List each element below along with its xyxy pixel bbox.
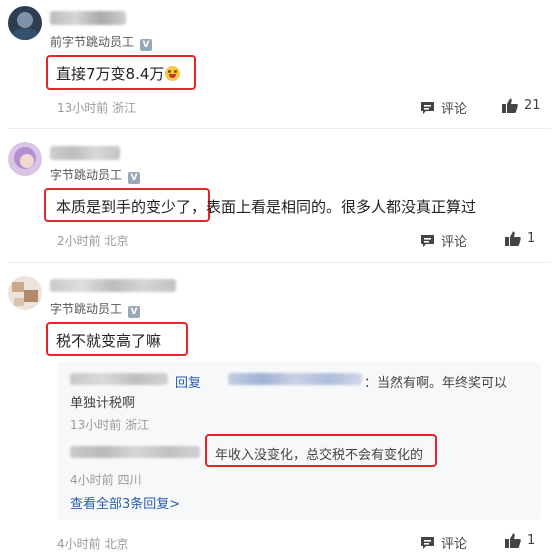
comment-meta: 13小时前 浙江 xyxy=(57,101,137,115)
comment-icon xyxy=(421,101,434,114)
author-title-text: 字节跳动员工 xyxy=(50,168,123,182)
comment-label: 评论 xyxy=(441,537,468,552)
comment-text-value: 直接7万变8.4万 xyxy=(56,65,165,83)
reply-username-blurred[interactable] xyxy=(70,446,200,458)
comment-text: 本质是到手的变少了，表面上看是相同的。很多人都没真正算过 xyxy=(56,196,476,217)
thumbs-up-icon xyxy=(505,231,521,246)
like-button[interactable]: 21 xyxy=(502,98,541,113)
reply-meta: 4小时前 四川 xyxy=(70,473,142,487)
username-blurred[interactable] xyxy=(50,146,120,160)
reply-text-line2: 单独计税啊 xyxy=(70,396,136,411)
author-title: 前字节跳动员工 V xyxy=(50,33,153,51)
username-blurred[interactable] xyxy=(50,279,176,292)
thumbs-up-icon xyxy=(505,533,521,548)
verified-icon: V xyxy=(128,306,141,318)
author-title: 字节跳动员工 V xyxy=(50,300,141,318)
verified-icon: V xyxy=(140,39,153,51)
view-all-replies-link[interactable]: 查看全部3条回复> xyxy=(70,493,180,512)
comment-text-highlighted: 本质是到手的变少了， xyxy=(56,198,207,216)
author-title-text: 前字节跳动员工 xyxy=(50,35,135,49)
comment-meta: 2小时前 北京 xyxy=(57,234,129,248)
like-count: 1 xyxy=(527,533,536,548)
comment-label: 评论 xyxy=(441,235,468,250)
reply-meta: 13小时前 浙江 xyxy=(70,418,150,432)
grin-emoji-icon xyxy=(165,66,181,81)
divider xyxy=(8,128,551,129)
author-title: 字节跳动员工 V xyxy=(50,166,141,184)
comment-text: 税不就变高了嘛 xyxy=(56,332,162,350)
avatar[interactable] xyxy=(8,142,42,176)
reply-text: 年收入没变化，总交税不会有变化的 xyxy=(215,448,424,463)
reply-colon: ： xyxy=(364,376,378,391)
reply-text-line1: 当然有啊。年终奖可以 xyxy=(377,376,508,391)
comment-button[interactable]: 评论 xyxy=(420,533,467,552)
comment-meta: 4小时前 北京 xyxy=(57,537,129,551)
verified-icon: V xyxy=(128,172,141,184)
comment-icon xyxy=(421,234,434,247)
like-button[interactable]: 1 xyxy=(505,533,535,548)
reply-link[interactable]: 回复 xyxy=(175,376,201,391)
like-button[interactable]: 1 xyxy=(505,231,535,246)
comment-text-rest: 表面上看是相同的。很多人都没真正算过 xyxy=(206,198,477,216)
avatar[interactable] xyxy=(8,6,42,40)
comment-text: 直接7万变8.4万 xyxy=(56,63,181,84)
avatar[interactable] xyxy=(8,276,42,310)
divider xyxy=(8,262,551,263)
reply-username-blurred[interactable] xyxy=(70,373,168,385)
like-count: 1 xyxy=(527,231,536,246)
reply-text: 回复 xyxy=(175,372,201,391)
author-title-text: 字节跳动员工 xyxy=(50,302,123,316)
thumbs-up-icon xyxy=(502,98,518,113)
comment-button[interactable]: 评论 xyxy=(420,98,467,117)
reply-text: ：当然有啊。年终奖可以 xyxy=(364,372,507,391)
like-count: 21 xyxy=(524,98,541,113)
comment-icon xyxy=(421,536,434,549)
comment-button[interactable]: 评论 xyxy=(420,231,467,250)
username-blurred[interactable] xyxy=(50,11,126,25)
reply-target-blurred[interactable] xyxy=(228,373,362,385)
comment-label: 评论 xyxy=(441,102,468,117)
